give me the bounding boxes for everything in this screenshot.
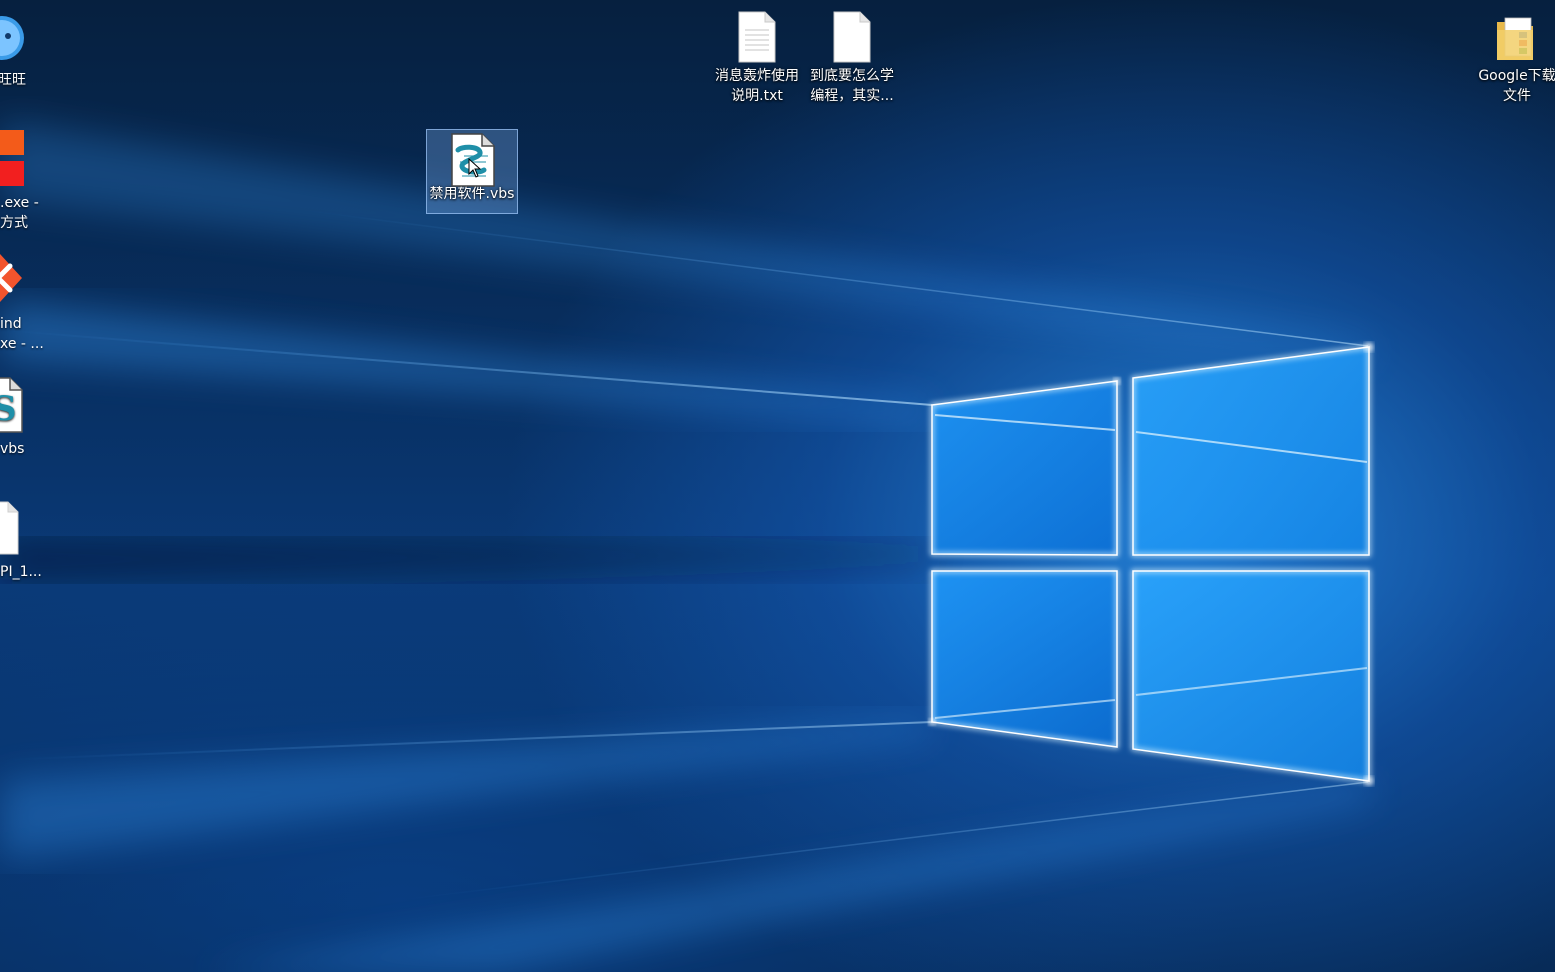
folder-icon: [1493, 10, 1541, 62]
desktop-icon-label: 旺旺: [0, 72, 26, 88]
desktop-icon-label: Google下载: [1478, 68, 1555, 84]
vbs-script-icon: [448, 132, 496, 187]
desktop-icon-label: xe - ...: [0, 336, 44, 352]
windows-logo: [929, 343, 1373, 785]
desktop-icon-disable-software-vbs[interactable]: 禁用软件.vbs: [426, 129, 518, 214]
desktop-icon-label: PI_1...: [0, 564, 42, 580]
desktop-icon-label: 方式: [0, 215, 28, 231]
desktop-icon-programming-article[interactable]: 到底要怎么学 编程，其实...: [804, 4, 900, 106]
desktop-icon-label: .exe -: [0, 195, 39, 211]
desktop-icon-label: 文件: [1503, 88, 1531, 104]
desktop-icon-api-file[interactable]: PI_1...: [0, 500, 56, 580]
desktop-icon-label: 消息轰炸使用: [715, 68, 799, 84]
xmind-app-icon: [0, 254, 22, 302]
desktop-icon-wangwang[interactable]: 旺旺: [0, 14, 58, 88]
desktop-icon-label: vbs: [0, 441, 25, 457]
desktop-icon-xmind-shortcut[interactable]: ind xe - ...: [0, 252, 56, 352]
desktop-icon-label: ind: [0, 316, 22, 332]
svg-text:S: S: [0, 389, 17, 429]
desktop-icon-office-shortcut[interactable]: .exe - 方式: [0, 130, 56, 231]
text-file-icon: [733, 10, 781, 63]
text-file-icon: [828, 10, 876, 63]
desktop-icon-google-downloads-folder[interactable]: Google下载 文件: [1469, 4, 1555, 106]
desktop-icon-label: 编程，其实...: [810, 88, 894, 104]
desktop-icon-bombing-readme[interactable]: 消息轰炸使用 说明.txt: [709, 4, 805, 106]
wangwang-app-icon: [0, 16, 24, 60]
office-app-icon: [0, 130, 24, 186]
desktop-icon-label: 到底要怎么学: [810, 68, 894, 84]
vbs-script-icon: S: [0, 377, 23, 433]
wallpaper: [0, 120, 1373, 972]
desktop-icon-label: 说明.txt: [731, 88, 783, 104]
mouse-cursor-icon: [468, 158, 482, 178]
text-file-icon: [0, 501, 19, 555]
desktop[interactable]: 旺旺 .exe - 方式 ind xe - ... S vbs PI_1...: [0, 0, 1555, 972]
desktop-icon-vbs-left[interactable]: S vbs: [0, 376, 56, 457]
